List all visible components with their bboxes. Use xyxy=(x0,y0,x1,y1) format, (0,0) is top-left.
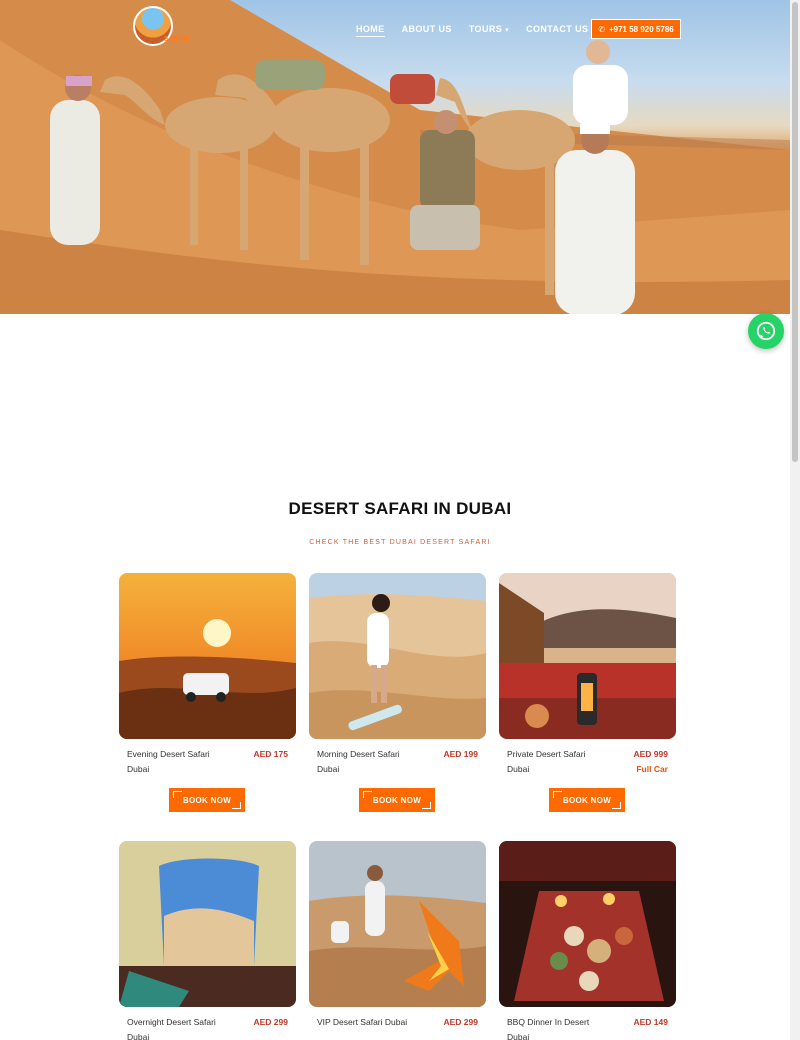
tour-price: AED 199 xyxy=(443,749,479,759)
tour-image[interactable] xyxy=(119,573,296,739)
tour-name: BBQ Dinner In Desert Dubai xyxy=(507,1017,590,1040)
tour-card-overnight: Overnight Desert Safari Dubai AED 299 xyxy=(119,841,296,1040)
main-nav: HOME ABOUT US TOURS ▾ CONTACT US xyxy=(356,24,605,37)
whatsapp-icon xyxy=(756,321,776,341)
tour-name: Evening Desert Safari Dubai xyxy=(127,749,210,774)
tour-price: AED 175 xyxy=(253,749,289,759)
tour-card-evening: Evening Desert Safari Dubai AED 175 BOOK… xyxy=(119,573,296,812)
phone-button[interactable]: ✆ +971 58 920 5786 xyxy=(591,19,681,39)
nav-tours-label: TOURS xyxy=(468,24,503,34)
tour-price: AED 299 xyxy=(253,1017,289,1027)
tour-image[interactable] xyxy=(119,841,296,1007)
tour-image[interactable] xyxy=(309,573,486,739)
tour-card-bbq: BBQ Dinner In Desert Dubai AED 149 xyxy=(499,841,676,1040)
tour-card-private: Private Desert Safari Dubai AED 999 Full… xyxy=(499,573,676,812)
tour-name: Private Desert Safari Dubai xyxy=(507,749,586,774)
tour-price: AED 999 xyxy=(633,749,669,759)
tour-image[interactable] xyxy=(499,841,676,1007)
tour-name: VIP Desert Safari Dubai xyxy=(317,1017,408,1027)
hero-banner xyxy=(0,0,790,314)
phone-icon: ✆ xyxy=(598,24,605,34)
tour-price: AED 299 xyxy=(443,1017,479,1027)
section-subtitle: CHECK THE BEST DUBAI DESERT SAFARI xyxy=(309,539,491,546)
tour-card-vip: VIP Desert Safari Dubai AED 299 xyxy=(309,841,486,1027)
logo-text: SAFARI xyxy=(164,36,190,43)
tour-image[interactable] xyxy=(499,573,676,739)
tour-card-morning: Morning Desert Safari Dubai AED 199 BOOK… xyxy=(309,573,486,812)
book-now-button[interactable]: BOOK NOW xyxy=(359,788,435,812)
tour-price: AED 149 xyxy=(633,1017,669,1027)
nav-home[interactable]: HOME xyxy=(356,24,385,37)
tour-name: Overnight Desert Safari Dubai xyxy=(127,1017,216,1040)
nav-about-us[interactable]: ABOUT US xyxy=(402,24,452,37)
hero-image xyxy=(0,0,790,314)
section-title: DESERT SAFARI IN DUBAI xyxy=(288,499,512,518)
tour-name: Morning Desert Safari Dubai xyxy=(317,749,400,774)
book-now-button[interactable]: BOOK NOW xyxy=(549,788,625,812)
whatsapp-button[interactable] xyxy=(748,313,784,349)
tour-price-note: Full Car xyxy=(636,764,668,774)
tour-image[interactable] xyxy=(309,841,486,1007)
nav-contact-us[interactable]: CONTACT US xyxy=(526,24,588,37)
phone-number: +971 58 920 5786 xyxy=(608,24,674,34)
chevron-down-icon: ▾ xyxy=(505,27,510,34)
scrollbar-thumb[interactable] xyxy=(792,2,798,462)
book-now-button[interactable]: BOOK NOW xyxy=(169,788,245,812)
nav-tours[interactable]: TOURS ▾ xyxy=(469,24,509,37)
